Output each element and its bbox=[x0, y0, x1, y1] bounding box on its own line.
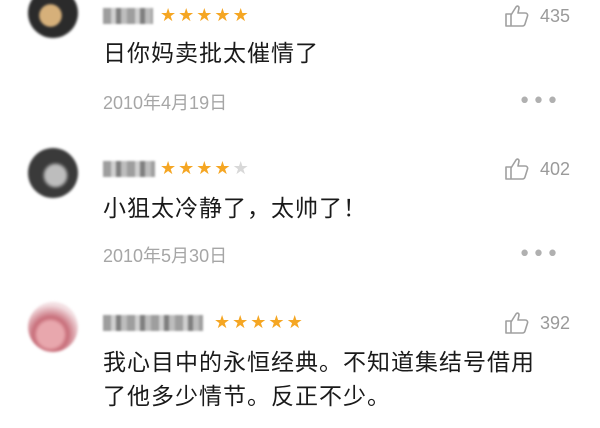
avatar[interactable] bbox=[28, 0, 78, 38]
like-button[interactable]: 392 bbox=[504, 311, 570, 335]
more-options-icon[interactable]: ••• bbox=[518, 244, 560, 266]
star-icon: ★ bbox=[196, 158, 215, 179]
star-icon: ★ bbox=[160, 158, 179, 179]
star-icon: ★ bbox=[250, 312, 269, 333]
star-icon: ★ bbox=[178, 158, 197, 179]
rating-stars: ★★★★★ bbox=[214, 313, 305, 333]
star-icon: ★ bbox=[268, 312, 287, 333]
star-icon: ★ bbox=[232, 312, 251, 333]
comment-text-line-2: 了他多少情节。反正不少。 bbox=[103, 384, 391, 410]
rating-stars: ★★★★★ bbox=[160, 6, 251, 26]
username-redacted[interactable] bbox=[103, 315, 203, 331]
like-count: 435 bbox=[539, 5, 570, 26]
star-icon: ★ bbox=[232, 5, 251, 26]
avatar[interactable] bbox=[28, 148, 78, 198]
username-redacted[interactable] bbox=[103, 8, 153, 24]
thumbs-up-icon bbox=[505, 312, 529, 334]
like-count: 402 bbox=[539, 158, 570, 179]
comment-text: 日你妈卖批太催情了 bbox=[103, 41, 319, 67]
comment-text: 小狙太冷静了，太帅了！ bbox=[103, 196, 367, 222]
star-icon: ★ bbox=[196, 5, 215, 26]
comment-date: 2010年5月30日 bbox=[103, 246, 228, 266]
star-icon: ★ bbox=[160, 5, 179, 26]
rating-stars: ★★★★★ bbox=[160, 159, 251, 179]
star-icon: ★ bbox=[286, 312, 305, 333]
star-icon: ★ bbox=[214, 5, 233, 26]
like-button[interactable]: 435 bbox=[504, 4, 570, 28]
like-count: 392 bbox=[539, 312, 570, 333]
username-redacted[interactable] bbox=[103, 161, 155, 177]
more-options-icon[interactable]: ••• bbox=[518, 91, 560, 113]
star-empty-icon: ★ bbox=[232, 158, 251, 179]
comment-text-line-1: 我心目中的永恒经典。不知道集结号借用 bbox=[103, 350, 535, 376]
avatar[interactable] bbox=[28, 302, 78, 352]
star-icon: ★ bbox=[214, 158, 233, 179]
star-icon: ★ bbox=[214, 312, 233, 333]
like-button[interactable]: 402 bbox=[504, 157, 570, 181]
thumbs-up-icon bbox=[505, 158, 529, 180]
comment-date: 2010年4月19日 bbox=[103, 93, 228, 113]
thumbs-up-icon bbox=[505, 5, 529, 27]
star-icon: ★ bbox=[178, 5, 197, 26]
